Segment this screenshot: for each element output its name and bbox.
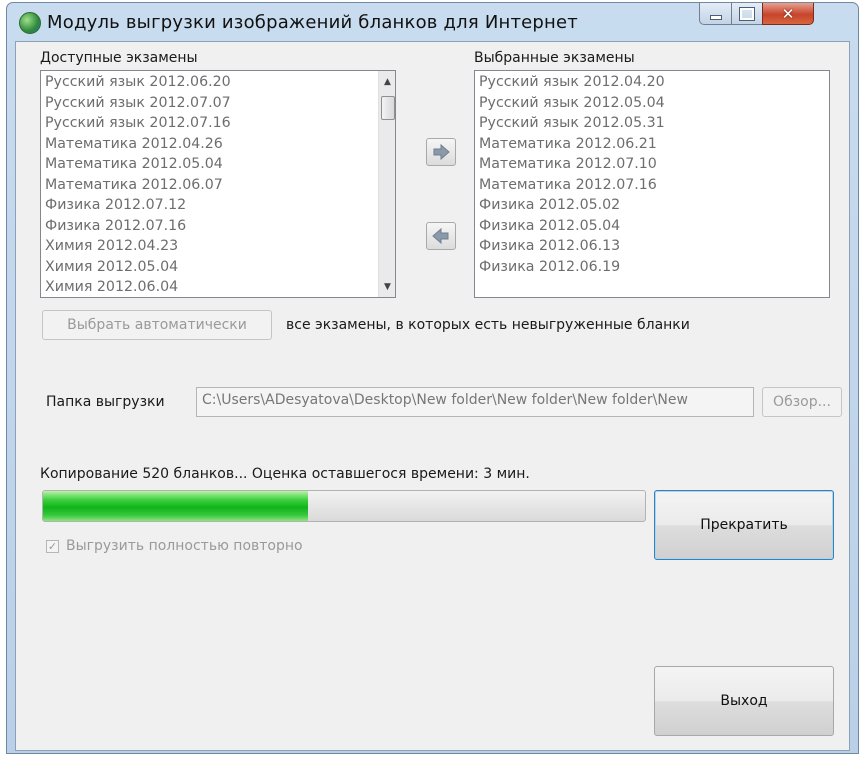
checkmark-icon: ✓ bbox=[47, 539, 58, 553]
list-item[interactable]: Русский язык 2012.04.20 bbox=[475, 72, 829, 93]
list-item[interactable]: Математика 2012.06.07 bbox=[41, 175, 395, 196]
list-item[interactable]: Математика 2012.04.26 bbox=[41, 134, 395, 155]
window-client-area: Доступные экзамены Русский язык 2012.06.… bbox=[15, 41, 850, 751]
progress-bar bbox=[42, 490, 646, 522]
reexport-option[interactable]: ✓ Выгрузить полностью повторно bbox=[46, 538, 303, 554]
arrow-right-icon bbox=[433, 144, 450, 160]
auto-select-description: все экзамены, в которых есть невыгруженн… bbox=[286, 317, 690, 333]
available-exams-list[interactable]: Русский язык 2012.06.20 Русский язык 2012… bbox=[40, 70, 396, 298]
list-item[interactable]: Физика 2012.05.04 bbox=[475, 216, 829, 237]
list-item[interactable]: Физика 2012.07.12 bbox=[41, 195, 395, 216]
reexport-label: Выгрузить полностью повторно bbox=[66, 538, 303, 554]
available-items-container: Русский язык 2012.06.20 Русский язык 2012… bbox=[41, 71, 395, 297]
list-item[interactable]: Русский язык 2012.07.07 bbox=[41, 93, 395, 114]
stop-button[interactable]: Прекратить bbox=[654, 490, 834, 560]
list-item[interactable]: Физика 2012.06.19 bbox=[475, 257, 829, 278]
progress-fill bbox=[43, 491, 308, 521]
list-item[interactable]: Русский язык 2012.05.31 bbox=[475, 113, 829, 134]
title-bar[interactable]: Модуль выгрузки изображений бланков для … bbox=[7, 3, 858, 41]
available-list-scrollbar[interactable]: ▲ ▼ bbox=[378, 71, 395, 297]
add-exam-button[interactable] bbox=[426, 138, 456, 166]
list-item[interactable]: Химия 2012.04.23 bbox=[41, 236, 395, 257]
list-item[interactable]: Математика 2012.07.10 bbox=[475, 154, 829, 175]
reexport-checkbox[interactable]: ✓ bbox=[46, 539, 59, 553]
list-item[interactable]: Физика 2012.05.02 bbox=[475, 195, 829, 216]
app-window: Модуль выгрузки изображений бланков для … bbox=[6, 2, 859, 754]
available-exams-label: Доступные экзамены bbox=[40, 50, 198, 66]
list-item[interactable]: Математика 2012.05.04 bbox=[41, 154, 395, 175]
exit-button[interactable]: Выход bbox=[654, 666, 834, 736]
arrow-left-icon bbox=[432, 228, 449, 244]
selected-exams-label: Выбранные экзамены bbox=[474, 50, 635, 66]
list-item[interactable]: Физика 2012.07.16 bbox=[41, 216, 395, 237]
app-icon bbox=[19, 12, 41, 34]
list-item[interactable]: Русский язык 2012.05.04 bbox=[475, 93, 829, 114]
maximize-icon bbox=[739, 6, 755, 21]
scroll-up-icon[interactable]: ▲ bbox=[379, 73, 395, 90]
progress-status-text: Копирование 520 бланков... Оценка оставш… bbox=[40, 466, 530, 482]
window-title: Модуль выгрузки изображений бланков для … bbox=[47, 12, 578, 33]
output-folder-field[interactable]: C:\Users\ADesyatova\Desktop\New folder\N… bbox=[196, 387, 754, 417]
remove-exam-button[interactable] bbox=[426, 222, 456, 250]
list-item[interactable]: Химия 2012.05.04 bbox=[41, 257, 395, 278]
minimize-icon bbox=[709, 15, 722, 20]
list-item[interactable]: Математика 2012.06.21 bbox=[475, 134, 829, 155]
scroll-down-icon[interactable]: ▼ bbox=[379, 278, 395, 295]
list-item[interactable]: Русский язык 2012.07.16 bbox=[41, 113, 395, 134]
list-item[interactable]: Химия 2012.06.04 bbox=[41, 277, 395, 297]
minimize-button[interactable] bbox=[699, 3, 732, 25]
auto-select-button[interactable]: Выбрать автоматически bbox=[42, 310, 272, 340]
list-item[interactable]: Физика 2012.06.13 bbox=[475, 236, 829, 257]
output-folder-label: Папка выгрузки bbox=[46, 394, 165, 410]
list-item[interactable]: Математика 2012.07.16 bbox=[475, 175, 829, 196]
selected-items-container: Русский язык 2012.04.20 Русский язык 2012… bbox=[475, 71, 829, 277]
scroll-thumb[interactable] bbox=[381, 96, 395, 120]
list-item[interactable]: Русский язык 2012.06.20 bbox=[41, 72, 395, 93]
browse-button[interactable]: Обзор... bbox=[762, 387, 842, 417]
close-button[interactable]: ✕ bbox=[762, 3, 814, 25]
selected-exams-list[interactable]: Русский язык 2012.04.20 Русский язык 2012… bbox=[474, 70, 830, 298]
maximize-button[interactable] bbox=[731, 3, 763, 25]
close-icon: ✕ bbox=[781, 4, 795, 23]
